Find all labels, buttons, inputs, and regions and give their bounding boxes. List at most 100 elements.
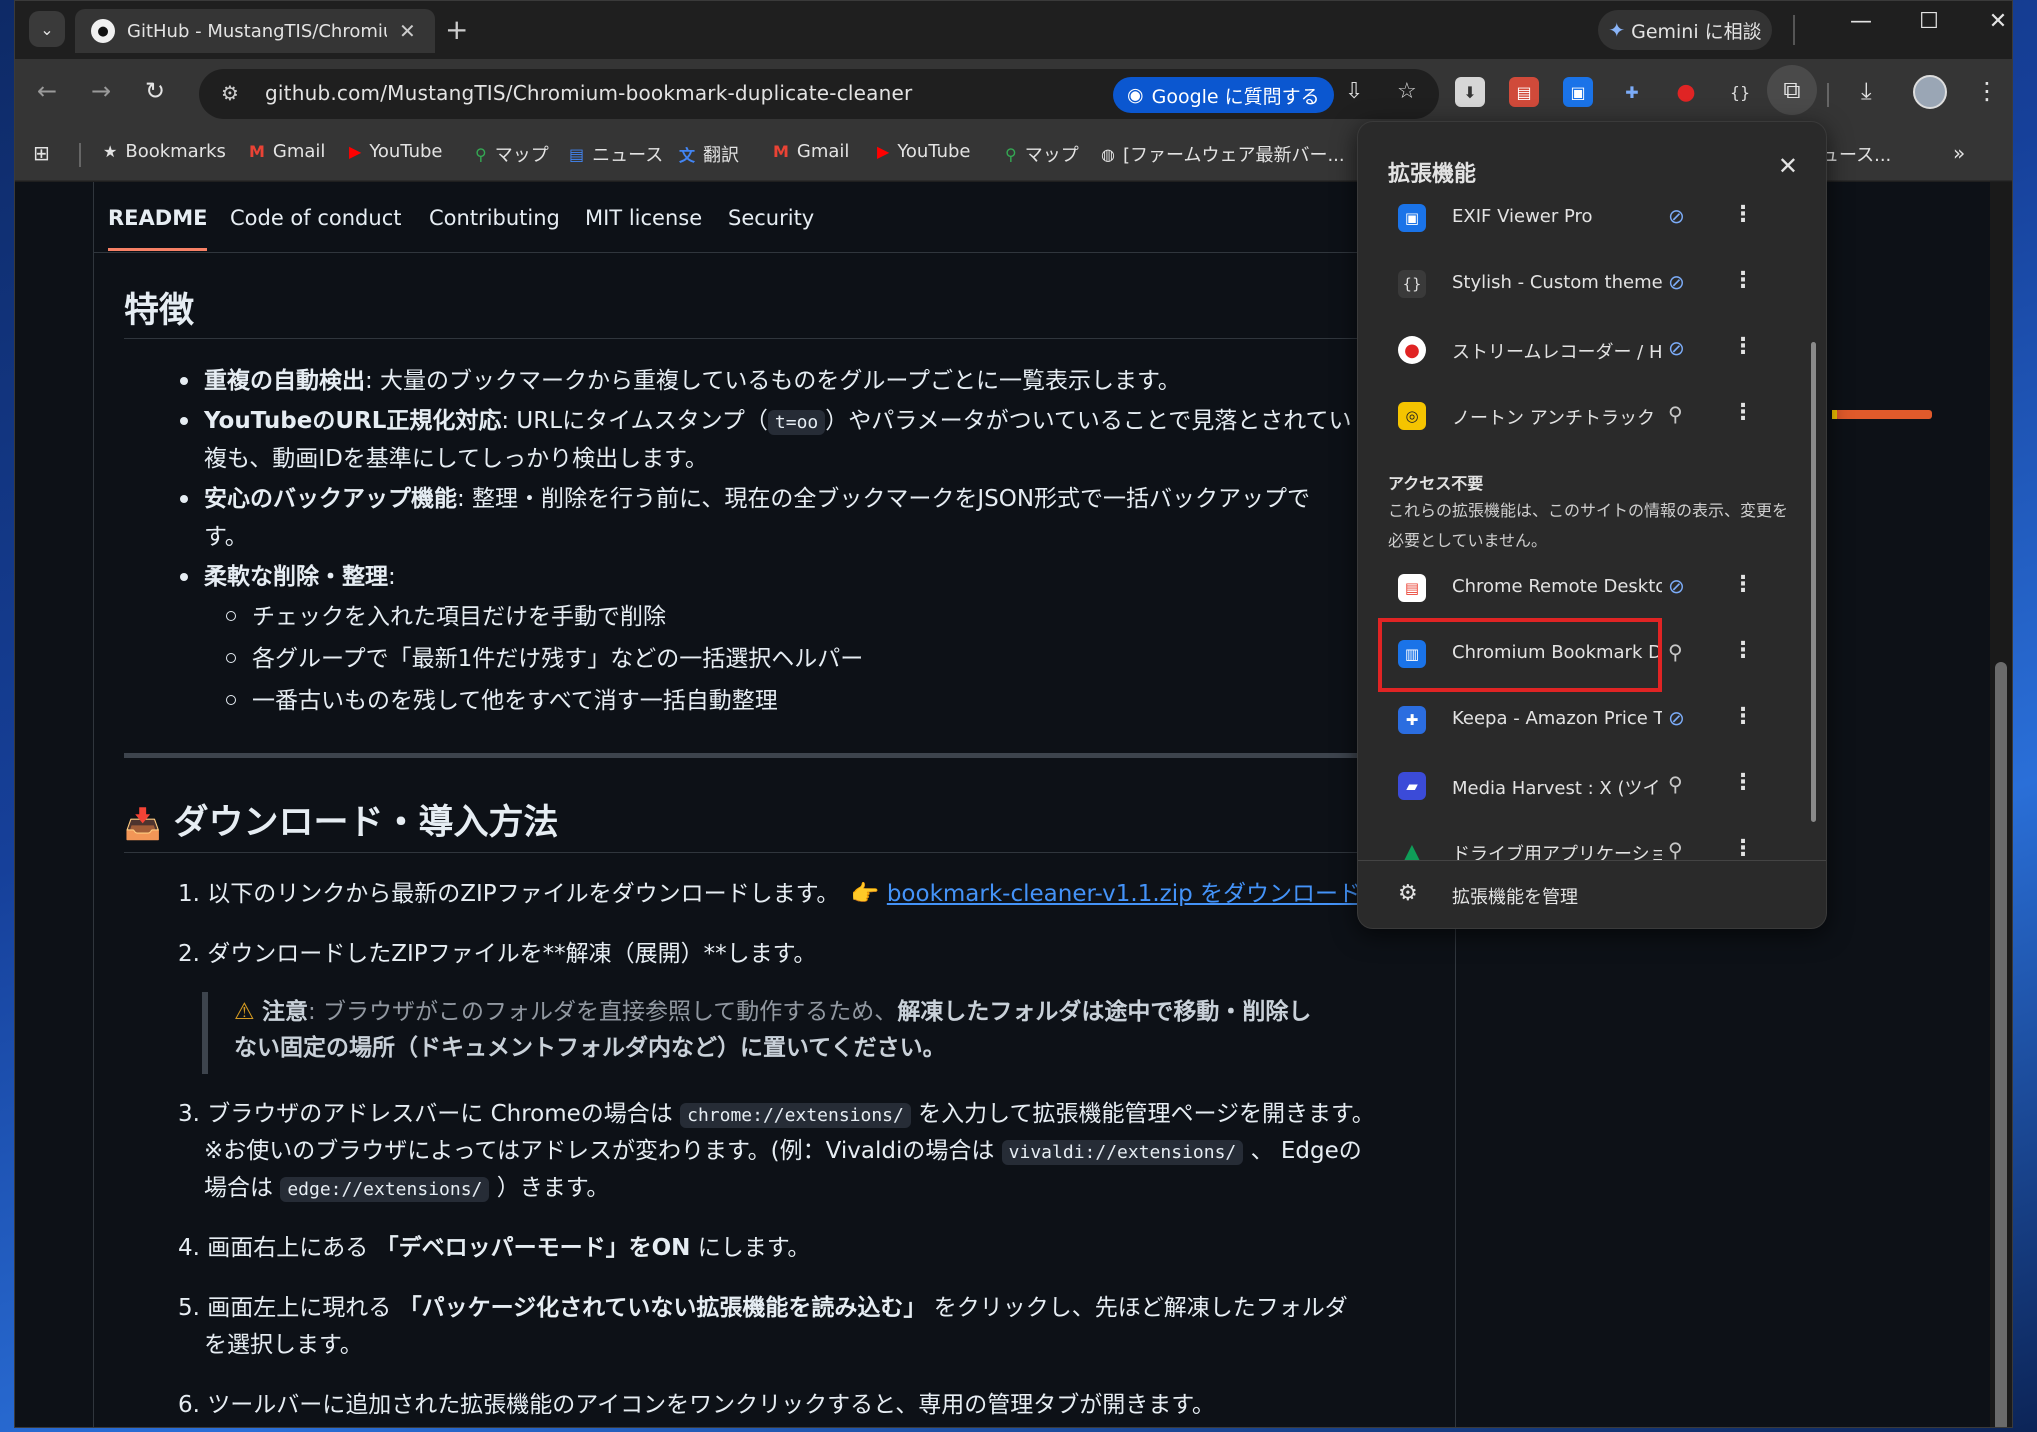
close-icon[interactable]: ✕ [1778, 152, 1798, 180]
stylish-icon[interactable]: {} [1725, 77, 1755, 107]
more-options-icon[interactable]: ⋮ [1732, 202, 1754, 227]
tab-readme[interactable]: README [108, 206, 208, 251]
step-5-line-2: を選択します。 [204, 1332, 363, 1358]
youtube-icon: ▶ [349, 142, 362, 161]
extension-row[interactable]: ● ストリームレコーダー / HLS... ⊘ ⋮ [1358, 320, 1826, 382]
manage-extensions-item[interactable]: ⚙ 拡張機能を管理 [1358, 860, 1826, 928]
blockquote-bar [202, 992, 208, 1074]
download-link[interactable]: bookmark-cleaner-v1.1.zip をダウンロード [887, 881, 1361, 907]
menu-kebab-icon[interactable]: ⋮ [1975, 77, 1999, 105]
more-options-icon[interactable]: ⋮ [1732, 638, 1754, 663]
extension-row[interactable]: ◎ ノートン アンチトラック ⚲ ⋮ [1358, 386, 1826, 448]
record-icon[interactable]: ● [1671, 77, 1701, 107]
apps-grid-icon[interactable]: ⊞ [33, 141, 50, 165]
bookmark-item[interactable]: 文翻訳 [679, 141, 739, 167]
exif-icon[interactable]: ▣ [1563, 77, 1593, 107]
more-bookmarks-icon[interactable]: » [1953, 141, 1965, 165]
toolbar: ← → ↻ ⚙ github.com/MustangTIS/Chromium-b… [15, 59, 2012, 129]
bookmark-label: YouTube [369, 141, 443, 162]
extension-row[interactable]: ▣ EXIF Viewer Pro ⊘ ⋮ [1358, 188, 1826, 250]
pin-icon[interactable]: ⚲ [1668, 838, 1683, 860]
minimize-icon[interactable]: — [1831, 9, 1891, 34]
keepa-icon[interactable]: ✚ [1617, 77, 1647, 107]
more-options-icon[interactable]: ⋮ [1732, 704, 1754, 729]
scrollbar-thumb[interactable] [1995, 662, 2007, 1427]
remote-desktop-icon[interactable]: ▤ [1509, 77, 1539, 107]
step-text: 以下のリンクから最新のZIPファイルをダウンロードします。 [207, 881, 828, 907]
bookmark-label: ニュース [592, 145, 664, 166]
more-options-icon[interactable]: ⋮ [1732, 836, 1754, 860]
tab-contributing[interactable]: Contributing [429, 206, 560, 230]
extension-row[interactable]: {} Stylish - Custom theme... ⊘ ⋮ [1358, 254, 1826, 316]
step-bold: 「パッケージ化されていない拡張機能を読み込む」 [398, 1295, 927, 1321]
tab-github[interactable]: ● GitHub - MustangTIS/Chromium-bookmark-… [75, 9, 435, 53]
bookmark-item[interactable]: ▶ YouTube [877, 141, 971, 162]
url-text[interactable]: github.com/MustangTIS/Chromium-bookmark-… [265, 81, 912, 105]
gemini-sparkle-icon: ✦ [1608, 18, 1626, 42]
reload-icon[interactable]: ↻ [145, 77, 165, 105]
omnibox[interactable]: ⚙ github.com/MustangTIS/Chromium-bookmar… [199, 69, 1439, 119]
separator [1827, 83, 1829, 107]
more-options-icon[interactable]: ⋮ [1732, 400, 1754, 425]
downloads-icon[interactable]: ⤓ [1861, 77, 1872, 105]
feature-text: : 大量のブックマークから重複しているものをグループごとに一覧表示します。 [365, 368, 1181, 394]
forward-icon[interactable]: → [91, 77, 111, 105]
bookmark-label: ュース... [1821, 145, 1892, 166]
install-app-icon[interactable]: ⇩ [1345, 79, 1363, 104]
page-scrollbar[interactable] [1990, 182, 2012, 1427]
bookmark-item[interactable]: ▶ YouTube [349, 141, 443, 162]
google-ask-button[interactable]: ◉ Google に質問する [1113, 77, 1334, 113]
bookmark-item[interactable]: ⚲ マップ [475, 141, 549, 167]
extension-name: ストリームレコーダー / HLS... [1452, 342, 1662, 363]
extensions-puzzle-icon[interactable]: ⧉ [1767, 65, 1817, 115]
tab-code-of-conduct[interactable]: Code of conduct [230, 206, 401, 230]
more-options-icon[interactable]: ⋮ [1732, 770, 1754, 795]
popup-scrollbar[interactable] [1811, 342, 1816, 822]
avatar[interactable] [1913, 75, 1947, 109]
divider [124, 852, 1434, 853]
extension-row[interactable]: ▲ ドライブ用アプリケーション... ⚲ ⋮ [1358, 822, 1826, 860]
feature-text: : 整理・削除を行う前に、現在の全ブックマークをJSON形式で一括バックアップで [457, 486, 1311, 512]
new-tab-button[interactable]: + [445, 13, 468, 46]
maximize-icon[interactable]: ☐ [1899, 9, 1959, 34]
bookmark-item[interactable]: ⚲ マップ [1005, 141, 1079, 167]
site-info-icon[interactable]: ⚙ [221, 81, 239, 105]
bookmark-item[interactable]: ★ Bookmarks [103, 141, 226, 162]
step-3: 3. ブラウザのアドレスバーに Chromeの場合は chrome://exte… [178, 1101, 1375, 1128]
note-bold: 解凍したフォルダは途中で移動・削除し [897, 999, 1312, 1025]
pin-icon[interactable]: ⚲ [1668, 402, 1683, 426]
pin-icon[interactable]: ⚲ [1668, 640, 1683, 664]
download-ext-icon[interactable]: ⬇ [1455, 77, 1485, 107]
pin-icon[interactable]: ⊘ [1668, 204, 1685, 228]
pin-icon[interactable]: ⊘ [1668, 336, 1685, 360]
pin-icon[interactable]: ⊘ [1668, 574, 1685, 598]
bookmark-item[interactable]: M Gmail [773, 141, 849, 162]
bookmark-item[interactable]: ◍ [ファームウェア最新バー... [1101, 141, 1345, 167]
extension-row[interactable]: ✚ Keepa - Amazon Price T... ⊘ ⋮ [1358, 690, 1826, 752]
no-access-heading: アクセス不要 [1388, 474, 1484, 493]
more-options-icon[interactable]: ⋮ [1732, 334, 1754, 359]
close-tab-icon[interactable]: ✕ [399, 19, 416, 43]
tab-mit-license[interactable]: MIT license [585, 206, 702, 230]
warning-icon: ⚠ [234, 999, 255, 1025]
more-options-icon[interactable]: ⋮ [1732, 572, 1754, 597]
separator [79, 143, 81, 167]
step-text: をクリックし、先ほど解凍したフォルダ [933, 1295, 1348, 1321]
close-window-icon[interactable]: ✕ [1968, 9, 2012, 34]
gemini-button[interactable]: ✦ Gemini に相談 [1598, 10, 1772, 50]
tab-search-dropdown-icon[interactable]: ⌄ [29, 11, 65, 47]
bookmark-item[interactable]: ュース... [1821, 141, 1891, 167]
extension-row[interactable]: ▤ Chrome Remote Desktop ⊘ ⋮ [1358, 558, 1826, 620]
more-options-icon[interactable]: ⋮ [1732, 268, 1754, 293]
bookmark-item[interactable]: ▤ ニュース [569, 141, 663, 167]
pin-icon[interactable]: ⚲ [1668, 772, 1683, 796]
manage-extensions-label: 拡張機能を管理 [1452, 887, 1578, 908]
pin-icon[interactable]: ⊘ [1668, 706, 1685, 730]
back-icon[interactable]: ← [37, 77, 57, 105]
extensions-menu: 拡張機能 ✕ ▣ EXIF Viewer Pro ⊘ ⋮ {} Stylish … [1357, 121, 1827, 929]
tab-security[interactable]: Security [728, 206, 814, 230]
pin-icon[interactable]: ⊘ [1668, 270, 1685, 294]
bookmark-item[interactable]: M Gmail [249, 141, 325, 162]
bookmark-star-icon[interactable]: ☆ [1397, 79, 1417, 104]
extension-row[interactable]: ▰ Media Harvest : X (ツイッ... ⚲ ⋮ [1358, 756, 1826, 818]
